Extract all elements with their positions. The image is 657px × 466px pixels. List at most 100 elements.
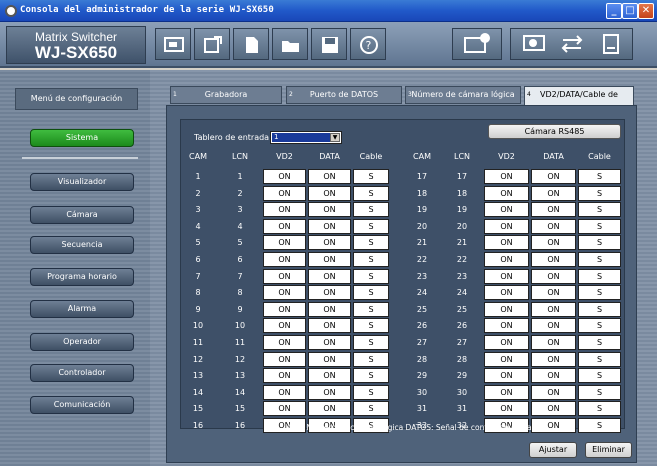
camera-monitor-icon[interactable] — [521, 32, 551, 56]
table-cell-input[interactable]: ON — [531, 301, 576, 317]
table-cell-input[interactable]: ON — [531, 401, 576, 417]
table-cell-input[interactable]: ON — [308, 401, 351, 417]
table-cell-input[interactable]: ON — [308, 235, 351, 251]
table-cell-input[interactable]: ON — [263, 351, 306, 367]
table-cell-input[interactable]: ON — [531, 384, 576, 400]
table-cell-input[interactable]: ON — [531, 202, 576, 218]
sidebar-item-2[interactable]: Cámara — [30, 206, 134, 224]
table-cell-input[interactable]: ON — [263, 285, 306, 301]
table-cell-input[interactable]: S — [578, 202, 621, 218]
minimize-button[interactable]: _ — [606, 3, 622, 19]
table-cell-input[interactable]: S — [353, 351, 389, 367]
table-cell-input[interactable]: ON — [263, 368, 306, 384]
table-cell-input[interactable]: ON — [484, 335, 529, 350]
table-cell-input[interactable]: ON — [484, 252, 529, 267]
table-cell-input[interactable]: ON — [484, 185, 529, 201]
table-cell-input[interactable]: S — [353, 202, 389, 218]
tab-3[interactable]: 4VD2/DATA/Cable de reserva — [524, 86, 634, 115]
table-cell-input[interactable]: S — [353, 252, 389, 267]
table-cell-input[interactable]: ON — [263, 318, 306, 334]
table-cell-input[interactable]: S — [578, 169, 621, 184]
input-board-select[interactable]: 1 ▼ — [270, 131, 342, 144]
sidebar-item-3[interactable]: Secuencia — [30, 236, 134, 254]
table-cell-input[interactable]: ON — [531, 285, 576, 301]
table-cell-input[interactable]: ON — [531, 368, 576, 384]
open-folder-button[interactable] — [272, 28, 308, 60]
table-cell-input[interactable]: ON — [308, 301, 351, 317]
table-cell-input[interactable]: ON — [484, 268, 529, 284]
table-cell-input[interactable]: S — [353, 401, 389, 417]
sidebar-item-8[interactable]: Comunicación — [30, 396, 134, 414]
table-cell-input[interactable]: S — [578, 252, 621, 267]
delete-button[interactable]: Eliminar — [585, 442, 632, 458]
sidebar-item-5[interactable]: Alarma — [30, 300, 134, 318]
sidebar-item-4[interactable]: Programa horario — [30, 268, 134, 286]
table-cell-input[interactable]: ON — [308, 285, 351, 301]
table-cell-input[interactable]: ON — [531, 185, 576, 201]
device-icon[interactable] — [599, 32, 629, 56]
rs485-camera-button[interactable]: Cámara RS485 — [488, 124, 621, 139]
table-cell-input[interactable]: S — [353, 335, 389, 350]
save-button[interactable] — [311, 28, 347, 60]
table-cell-input[interactable]: ON — [308, 268, 351, 284]
table-cell-input[interactable]: ON — [263, 335, 306, 350]
table-cell-input[interactable]: S — [578, 318, 621, 334]
export-button[interactable] — [194, 28, 230, 60]
connect-button[interactable] — [452, 28, 502, 60]
table-cell-input[interactable]: ON — [484, 301, 529, 317]
table-cell-input[interactable]: ON — [263, 252, 306, 267]
table-cell-input[interactable]: ON — [531, 169, 576, 184]
table-cell-input[interactable]: S — [578, 185, 621, 201]
table-cell-input[interactable]: S — [353, 235, 389, 251]
table-cell-input[interactable]: ON — [308, 169, 351, 184]
table-cell-input[interactable]: ON — [484, 202, 529, 218]
table-cell-input[interactable]: ON — [263, 301, 306, 317]
table-cell-input[interactable]: ON — [263, 202, 306, 218]
table-cell-input[interactable]: ON — [263, 169, 306, 184]
table-cell-input[interactable]: ON — [308, 252, 351, 267]
table-cell-input[interactable]: ON — [531, 218, 576, 234]
table-cell-input[interactable]: ON — [308, 218, 351, 234]
table-cell-input[interactable]: ON — [484, 368, 529, 384]
table-cell-input[interactable]: ON — [263, 185, 306, 201]
help-button[interactable]: ? — [350, 28, 386, 60]
table-cell-input[interactable]: S — [578, 335, 621, 350]
transfer-icon[interactable] — [559, 32, 589, 56]
table-cell-input[interactable]: ON — [484, 218, 529, 234]
table-cell-input[interactable]: ON — [531, 235, 576, 251]
table-cell-input[interactable]: S — [578, 235, 621, 251]
table-cell-input[interactable]: S — [578, 384, 621, 400]
table-cell-input[interactable]: ON — [308, 318, 351, 334]
table-cell-input[interactable]: S — [353, 301, 389, 317]
table-cell-input[interactable]: S — [353, 285, 389, 301]
tab-2[interactable]: 3 Número de cámara lógica — [405, 86, 521, 104]
table-cell-input[interactable]: S — [353, 384, 389, 400]
chevron-down-icon[interactable]: ▼ — [330, 133, 340, 142]
layout-button[interactable] — [155, 28, 191, 60]
table-cell-input[interactable]: ON — [531, 268, 576, 284]
table-cell-input[interactable]: ON — [484, 351, 529, 367]
table-cell-input[interactable]: ON — [531, 351, 576, 367]
table-cell-input[interactable]: ON — [531, 335, 576, 350]
table-cell-input[interactable]: ON — [308, 351, 351, 367]
table-cell-input[interactable]: ON — [531, 318, 576, 334]
table-cell-input[interactable]: S — [578, 351, 621, 367]
tab-1[interactable]: 2 Puerto de DATOS — [286, 86, 402, 104]
maximize-button[interactable]: □ — [622, 3, 638, 19]
table-cell-input[interactable]: ON — [308, 335, 351, 350]
table-cell-input[interactable]: S — [353, 318, 389, 334]
apply-button[interactable]: Ajustar — [529, 442, 577, 458]
table-cell-input[interactable]: S — [578, 218, 621, 234]
table-cell-input[interactable]: S — [578, 368, 621, 384]
tab-0[interactable]: 1 Grabadora — [170, 86, 282, 104]
table-cell-input[interactable]: ON — [484, 235, 529, 251]
sidebar-item-1[interactable]: Visualizador — [30, 173, 134, 191]
table-cell-input[interactable]: ON — [308, 384, 351, 400]
table-cell-input[interactable]: S — [578, 401, 621, 417]
table-cell-input[interactable]: ON — [308, 368, 351, 384]
table-cell-input[interactable]: S — [353, 368, 389, 384]
table-cell-input[interactable]: ON — [263, 384, 306, 400]
table-cell-input[interactable]: ON — [484, 384, 529, 400]
table-cell-input[interactable]: S — [353, 218, 389, 234]
sidebar-item-0[interactable]: Sistema — [30, 129, 134, 147]
